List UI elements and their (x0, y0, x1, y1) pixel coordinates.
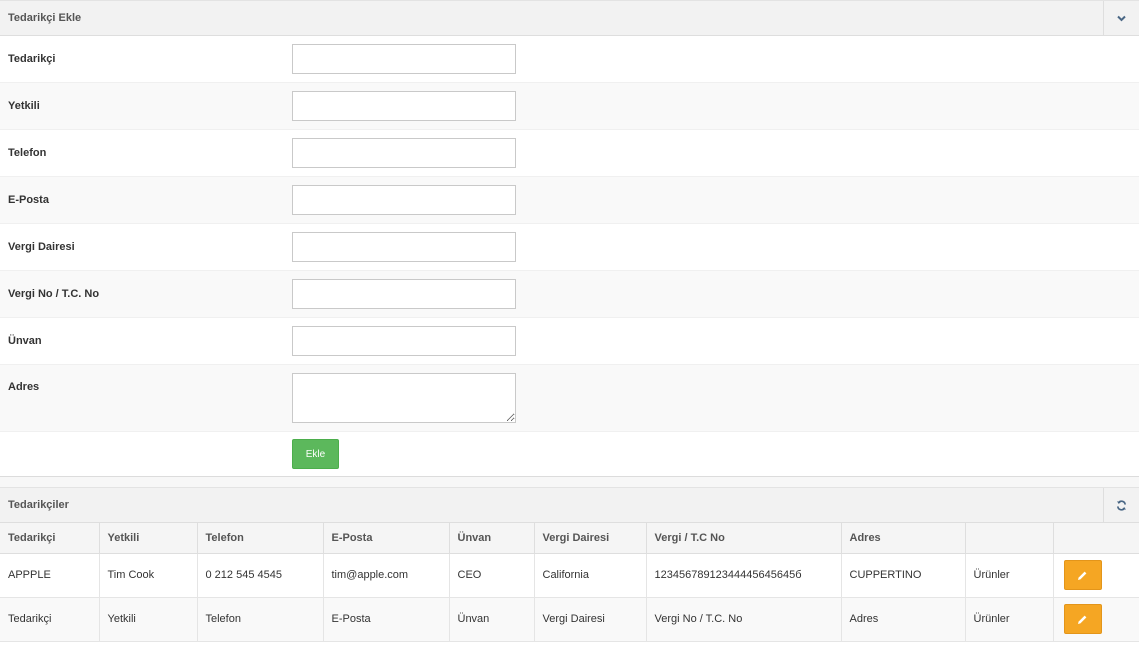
field-label-unvan: Ünvan (8, 335, 42, 347)
cell-eposta: E-Posta (323, 597, 450, 642)
cell-tedarikci: Tedarikçi (0, 597, 100, 642)
form-row-vergi-no: Vergi No / T.C. No (0, 271, 1139, 318)
pencil-icon (1078, 571, 1087, 580)
cell-vergi-no: Vergi No / T.C. No (646, 597, 842, 642)
table-header-row: Tedarikçi Yetkili Telefon E-Posta Ünvan … (0, 523, 1139, 554)
col-header-unvan: Ünvan (449, 523, 535, 554)
cell-telefon: 0 212 545 4545 (197, 553, 324, 598)
form-actions: Ekle (0, 432, 1139, 477)
field-label-adres: Adres (8, 381, 40, 393)
cell-vergi-dairesi: California (534, 553, 647, 598)
col-header-vergi-dairesi: Vergi Dairesi (534, 523, 647, 554)
form-row-unvan: Ünvan (0, 318, 1139, 365)
form-row-eposta: E-Posta (0, 177, 1139, 224)
telefon-input[interactable] (292, 138, 516, 168)
cell-vergi-no: 12345678912344445645645б (646, 553, 842, 598)
cell-adres: CUPPERTINO (841, 553, 966, 598)
col-header-adres: Adres (841, 523, 966, 554)
chevron-down-icon (1117, 15, 1126, 21)
form-row-telefon: Telefon (0, 130, 1139, 177)
form-row-yetkili: Yetkili (0, 83, 1139, 130)
supplier-list-panel-title: Tedarikçiler (8, 499, 69, 511)
pencil-icon (1078, 615, 1087, 624)
cell-urunler-link: Ürünler (965, 597, 1054, 642)
refresh-button[interactable] (1103, 487, 1139, 523)
cell-actions (1053, 597, 1139, 642)
col-header-actions (1053, 523, 1139, 554)
form-row-vergi-dairesi: Vergi Dairesi (0, 224, 1139, 271)
refresh-icon (1117, 499, 1126, 511)
cell-yetkili: Yetkili (99, 597, 198, 642)
cell-unvan: CEO (449, 553, 535, 598)
edit-button[interactable] (1063, 604, 1102, 634)
urunler-link[interactable]: Ürünler (974, 613, 1010, 625)
yetkili-input[interactable] (292, 91, 516, 121)
cell-telefon: Telefon (197, 597, 324, 642)
form-row-adres: Adres (0, 365, 1139, 432)
cell-yetkili: Tim Cook (99, 553, 198, 598)
table-row: Tedarikçi Yetkili Telefon E-Posta Ünvan … (0, 597, 1139, 642)
panel-spacer (0, 477, 1139, 487)
add-supplier-panel-title: Tedarikçi Ekle (8, 12, 82, 24)
add-supplier-panel-header: Tedarikçi Ekle (0, 0, 1139, 36)
add-supplier-form: Tedarikçi Yetkili Telefon E-Posta Vergi … (0, 36, 1139, 477)
col-header-link (965, 523, 1054, 554)
field-label-vergi-dairesi: Vergi Dairesi (8, 241, 75, 253)
table-row: APPPLE Tim Cook 0 212 545 4545 tim@apple… (0, 553, 1139, 598)
adres-textarea[interactable] (292, 373, 516, 423)
col-header-vergi-no: Vergi / T.C No (646, 523, 842, 554)
col-header-tedarikci: Tedarikçi (0, 523, 100, 554)
unvan-input[interactable] (292, 326, 516, 356)
supplier-table: Tedarikçi Yetkili Telefon E-Posta Ünvan … (0, 523, 1139, 642)
vergi-dairesi-input[interactable] (292, 232, 516, 262)
col-header-telefon: Telefon (197, 523, 324, 554)
form-row-tedarikci: Tedarikçi (0, 36, 1139, 83)
field-label-eposta: E-Posta (8, 194, 49, 206)
supplier-list-panel-header: Tedarikçiler (0, 487, 1139, 523)
edit-button[interactable] (1063, 560, 1102, 590)
ekle-button[interactable]: Ekle (292, 439, 339, 469)
cell-actions (1053, 553, 1139, 598)
field-label-telefon: Telefon (8, 147, 47, 159)
field-label-vergi-no: Vergi No / T.C. No (8, 288, 100, 300)
urunler-link[interactable]: Ürünler (974, 569, 1010, 581)
cell-tedarikci: APPPLE (0, 553, 100, 598)
cell-vergi-dairesi: Vergi Dairesi (534, 597, 647, 642)
field-label-tedarikci: Tedarikçi (8, 53, 56, 65)
cell-unvan: Ünvan (449, 597, 535, 642)
collapse-button[interactable] (1103, 0, 1139, 36)
vergi-no-input[interactable] (292, 279, 516, 309)
tedarikci-input[interactable] (292, 44, 516, 74)
cell-urunler-link: Ürünler (965, 553, 1054, 598)
field-label-yetkili: Yetkili (8, 100, 40, 112)
eposta-input[interactable] (292, 185, 516, 215)
col-header-yetkili: Yetkili (99, 523, 198, 554)
cell-eposta: tim@apple.com (323, 553, 450, 598)
col-header-eposta: E-Posta (323, 523, 450, 554)
cell-adres: Adres (841, 597, 966, 642)
